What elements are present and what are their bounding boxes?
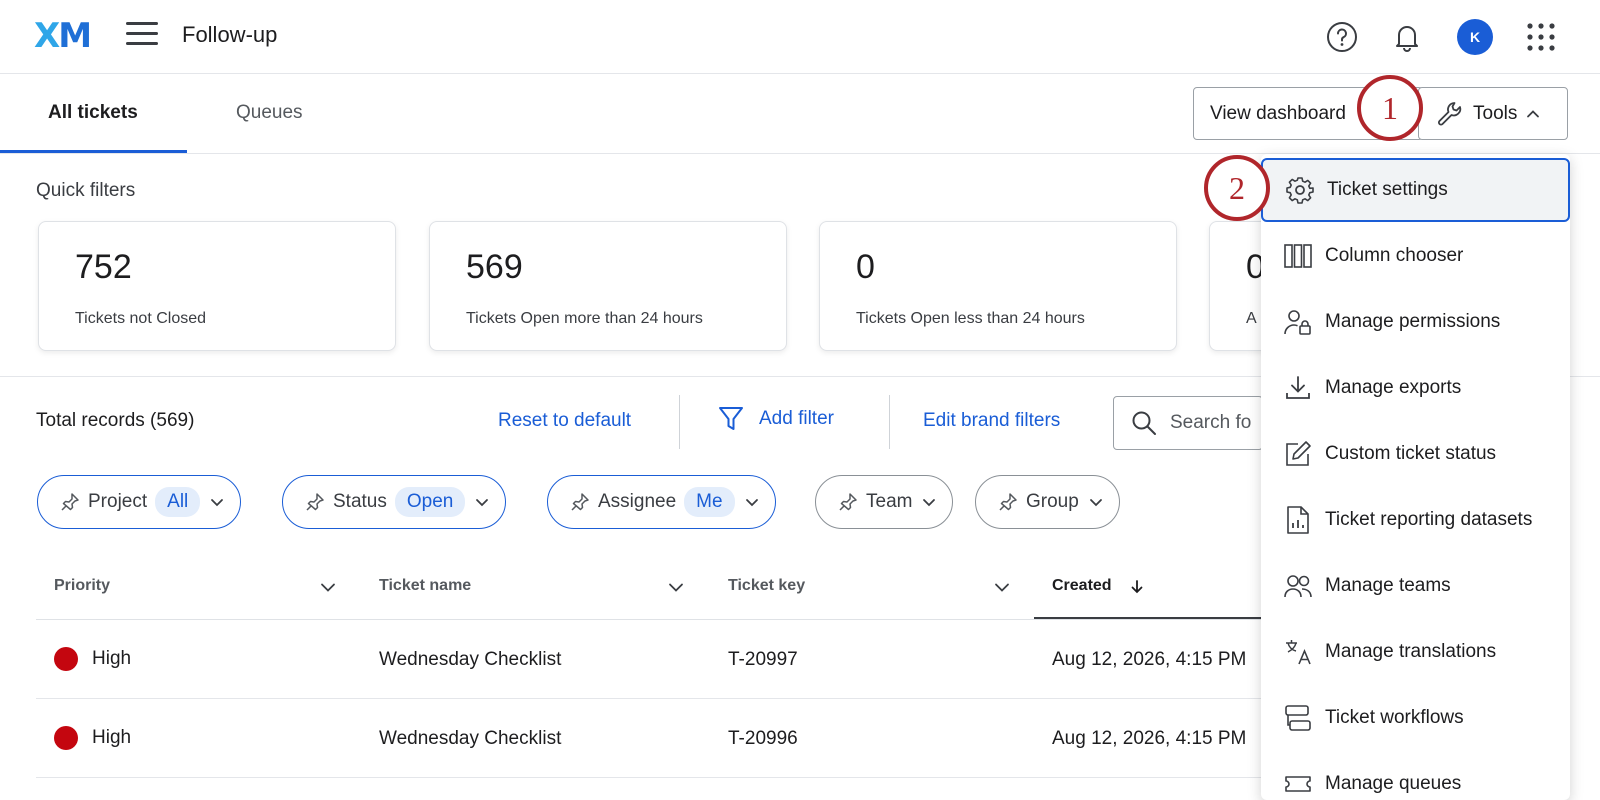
created-cell: Aug 12, 2026, 4:15 PM [1052, 728, 1247, 749]
sort-arrow-down-icon[interactable] [1128, 578, 1146, 596]
apps-grid-icon[interactable] [1524, 20, 1558, 54]
divider [889, 395, 890, 449]
columns-icon [1284, 244, 1312, 268]
workflow-icon [1285, 705, 1311, 731]
pin-icon [999, 493, 1017, 511]
active-tab-indicator [0, 150, 187, 153]
chevron-down-icon[interactable] [992, 577, 1012, 597]
ticket-name-cell[interactable]: Wednesday Checklist [379, 649, 561, 671]
chip-status[interactable]: Status Open [282, 475, 507, 529]
menu-item-manage-exports[interactable]: Manage exports [1261, 356, 1570, 420]
pin-icon [839, 493, 857, 511]
avatar[interactable]: K [1457, 19, 1493, 55]
chevron-down-icon[interactable] [318, 577, 338, 597]
menu-item-manage-translations[interactable]: Manage translations [1261, 620, 1570, 684]
ticket-icon [1285, 776, 1311, 792]
chip-assignee[interactable]: Assignee Me [547, 475, 776, 529]
priority-cell: High [92, 727, 132, 748]
app-title: Follow-up [182, 22, 278, 47]
chevron-down-icon [476, 499, 489, 507]
ticket-name-cell[interactable]: Wednesday Checklist [379, 728, 561, 750]
add-filter-button[interactable]: Add filter [717, 404, 834, 434]
wrench-icon [1438, 101, 1462, 125]
tools-dropdown-menu: Ticket settings Column chooser Manage pe… [1261, 154, 1570, 800]
tab-queues[interactable]: Queues [236, 102, 303, 124]
download-icon [1286, 376, 1310, 399]
quick-filter-card[interactable]: 0 Tickets Open less than 24 hours [819, 221, 1177, 351]
menu-item-ticket-workflows[interactable]: Ticket workflows [1261, 686, 1570, 750]
created-cell: Aug 12, 2026, 4:15 PM [1052, 649, 1247, 670]
xm-logo[interactable]: XM [34, 18, 92, 54]
tools-button[interactable]: Tools [1418, 87, 1568, 140]
priority-high-dot [54, 647, 78, 671]
user-lock-icon [1284, 310, 1311, 335]
chevron-down-icon [211, 499, 224, 507]
translate-icon [1286, 640, 1311, 665]
chip-team[interactable]: Team [815, 475, 954, 529]
menu-item-manage-teams[interactable]: Manage teams [1261, 554, 1570, 618]
row-divider [36, 698, 1266, 699]
gear-icon [1286, 177, 1314, 204]
search-icon [1132, 411, 1156, 435]
tab-all-tickets[interactable]: All tickets [48, 102, 138, 124]
bell-icon[interactable] [1390, 20, 1424, 54]
menu-item-custom-ticket-status[interactable]: Custom ticket status [1261, 422, 1570, 486]
report-file-icon [1287, 506, 1309, 534]
chevron-down-icon [745, 499, 758, 507]
hamburger-menu-icon[interactable] [126, 22, 158, 50]
chevron-down-icon[interactable] [666, 577, 686, 597]
search-input[interactable]: Search fo [1113, 396, 1263, 450]
chevron-down-icon [923, 499, 936, 507]
menu-item-ticket-reporting-datasets[interactable]: Ticket reporting datasets [1261, 488, 1570, 552]
pin-icon [61, 493, 79, 511]
quick-filters-label: Quick filters [36, 180, 136, 201]
reset-to-default-link[interactable]: Reset to default [498, 410, 631, 432]
total-records: Total records (569) [36, 410, 195, 431]
pin-icon [306, 493, 324, 511]
edit-icon [1286, 441, 1311, 466]
menu-item-column-chooser[interactable]: Column chooser [1261, 224, 1570, 288]
menu-item-manage-permissions[interactable]: Manage permissions [1261, 290, 1570, 354]
edit-brand-filters-link[interactable]: Edit brand filters [923, 410, 1060, 432]
chip-group[interactable]: Group [975, 475, 1120, 529]
priority-high-dot [54, 726, 78, 750]
step-badge-1: 1 [1357, 75, 1423, 141]
menu-item-ticket-settings[interactable]: Ticket settings [1261, 158, 1570, 222]
header-divider [36, 619, 1266, 620]
top-bar: XM Follow-up K [0, 0, 1600, 74]
filter-icon [719, 407, 743, 430]
pin-icon [571, 493, 589, 511]
ticket-key-cell[interactable]: T-20996 [728, 728, 798, 750]
step-badge-2: 2 [1204, 155, 1270, 221]
users-icon [1284, 575, 1312, 598]
ticket-key-cell[interactable]: T-20997 [728, 649, 798, 671]
divider [679, 395, 680, 449]
column-header-created[interactable]: Created [1052, 577, 1112, 595]
row-divider [36, 777, 1266, 778]
sorted-column-indicator [1034, 617, 1266, 619]
help-icon[interactable] [1325, 20, 1359, 54]
chevron-up-icon [1527, 109, 1540, 117]
priority-cell: High [92, 648, 132, 669]
chevron-down-icon [1089, 499, 1102, 507]
menu-item-manage-queues[interactable]: Manage queues [1261, 752, 1570, 800]
quick-filter-card[interactable]: 569 Tickets Open more than 24 hours [429, 221, 787, 351]
column-header-ticket-name[interactable]: Ticket name [379, 577, 471, 595]
column-header-priority[interactable]: Priority [54, 577, 110, 595]
quick-filter-card[interactable]: 752 Tickets not Closed [38, 221, 396, 351]
chip-project[interactable]: Project All [37, 475, 242, 529]
column-header-ticket-key[interactable]: Ticket key [728, 577, 805, 595]
